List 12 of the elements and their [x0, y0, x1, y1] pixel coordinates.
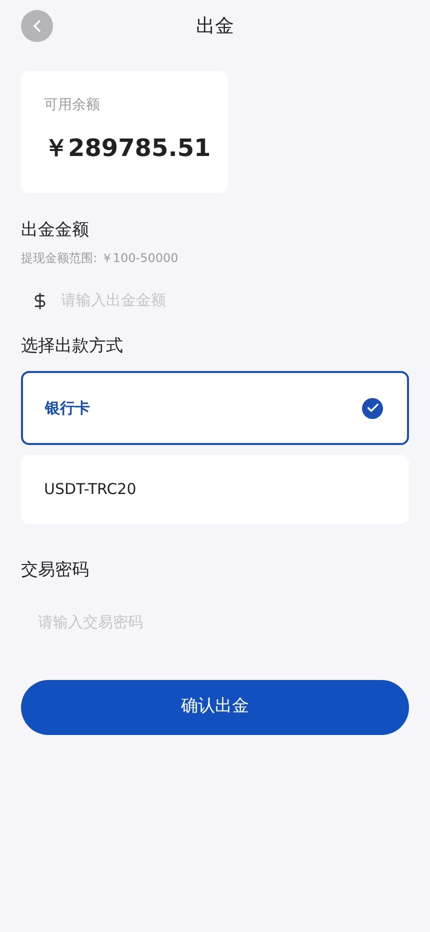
method-label: 选择出款方式	[21, 334, 124, 358]
page-title: 出金	[196, 14, 234, 39]
payment-option[interactable]: 银行卡	[21, 371, 409, 445]
confirm-button[interactable]: 确认出金	[21, 680, 409, 734]
balance-amount: ￥289785.51	[44, 133, 212, 164]
amount-hint: 提现金额范围: ￥100-50000	[21, 250, 180, 266]
amount-label: 出金金额	[21, 219, 90, 242]
back-button[interactable]	[21, 10, 53, 42]
check-icon	[362, 398, 383, 418]
password-label: 交易密码	[21, 559, 90, 582]
balance-label: 可用余额	[44, 96, 101, 115]
payment-option[interactable]: USDT-TRC20	[21, 455, 409, 524]
